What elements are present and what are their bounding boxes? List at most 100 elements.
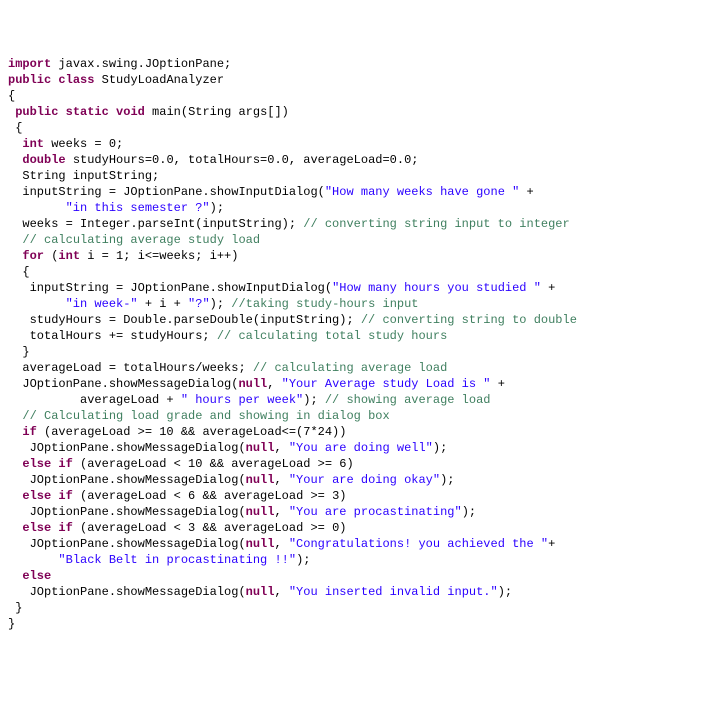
code-line: else if (averageLoad < 10 && averageLoad… xyxy=(8,456,695,472)
code-text xyxy=(8,233,22,247)
code-line: JOptionPane.showMessageDialog(null, "You… xyxy=(8,376,695,392)
code-line: double studyHours=0.0, totalHours=0.0, a… xyxy=(8,152,695,168)
code-text: JOptionPane.showMessageDialog( xyxy=(8,473,246,487)
code-text xyxy=(8,425,22,439)
code-text xyxy=(8,137,22,151)
code-line: JOptionPane.showMessageDialog(null, "You… xyxy=(8,584,695,600)
code-text: (averageLoad < 3 && averageLoad >= 0) xyxy=(73,521,347,535)
code-text: + i + xyxy=(138,297,188,311)
code-line: studyHours = Double.parseDouble(inputStr… xyxy=(8,312,695,328)
comment: // calculating total study hours xyxy=(217,329,447,343)
code-line: averageLoad + " hours per week"); // sho… xyxy=(8,392,695,408)
code-line: "in week-" + i + "?"); //taking study-ho… xyxy=(8,296,695,312)
keyword-null: null xyxy=(246,441,275,455)
code-text xyxy=(8,457,22,471)
code-text: (averageLoad < 10 && averageLoad >= 6) xyxy=(73,457,354,471)
code-text: , xyxy=(274,505,288,519)
code-line: public class StudyLoadAnalyzer xyxy=(8,72,695,88)
code-line: else xyxy=(8,568,695,584)
code-line: import javax.swing.JOptionPane; xyxy=(8,56,695,72)
comment: // converting string input to integer xyxy=(303,217,569,231)
keyword-null: null xyxy=(246,537,275,551)
keyword-if: if xyxy=(58,521,72,535)
code-line: averageLoad = totalHours/weeks; // calcu… xyxy=(8,360,695,376)
code-text: ( xyxy=(44,249,58,263)
string-literal: "?" xyxy=(188,297,210,311)
keyword-int: int xyxy=(58,249,80,263)
code-text: ); xyxy=(462,505,476,519)
code-text: JOptionPane.showMessageDialog( xyxy=(8,441,246,455)
code-text: totalHours += studyHours; xyxy=(8,329,217,343)
keyword-if: if xyxy=(58,457,72,471)
comment: // calculating average study load xyxy=(22,233,260,247)
string-literal: "Your Average study Load is " xyxy=(282,377,491,391)
code-line: public static void main(String args[]) xyxy=(8,104,695,120)
code-text: ); xyxy=(440,473,454,487)
code-text: , xyxy=(274,441,288,455)
code-line: JOptionPane.showMessageDialog(null, "You… xyxy=(8,504,695,520)
code-text: inputString = JOptionPane.showInputDialo… xyxy=(8,281,332,295)
code-line: if (averageLoad >= 10 && averageLoad<=(7… xyxy=(8,424,695,440)
string-literal: "Black Belt in procastinating !!" xyxy=(58,553,296,567)
keyword-null: null xyxy=(238,377,267,391)
code-line: "in this semester ?"); xyxy=(8,200,695,216)
code-text: ); xyxy=(498,585,512,599)
code-line: int weeks = 0; xyxy=(8,136,695,152)
code-text: JOptionPane.showMessageDialog( xyxy=(8,537,246,551)
comment: // calculating average load xyxy=(253,361,447,375)
code-line: // calculating average study load xyxy=(8,232,695,248)
keyword-null: null xyxy=(246,585,275,599)
code-text: studyHours = Double.parseDouble(inputStr… xyxy=(8,313,361,327)
code-text: , xyxy=(274,473,288,487)
code-text: + xyxy=(519,185,533,199)
code-text: (averageLoad >= 10 && averageLoad<=(7*24… xyxy=(37,425,347,439)
code-block: import javax.swing.JOptionPane;public cl… xyxy=(8,56,695,632)
code-line: JOptionPane.showMessageDialog(null, "You… xyxy=(8,472,695,488)
string-literal: "How many hours you studied " xyxy=(332,281,541,295)
code-text: ); xyxy=(210,297,232,311)
code-text: (averageLoad < 6 && averageLoad >= 3) xyxy=(73,489,347,503)
keyword-static: static xyxy=(66,105,109,119)
keyword-class: class xyxy=(58,73,94,87)
code-line: JOptionPane.showMessageDialog(null, "Con… xyxy=(8,536,695,552)
string-literal: "You are procastinating" xyxy=(289,505,462,519)
keyword-else: else xyxy=(22,521,51,535)
code-text: ); xyxy=(433,441,447,455)
keyword-for: for xyxy=(22,249,44,263)
keyword-null: null xyxy=(246,505,275,519)
code-text: weeks = Integer.parseInt(inputString); xyxy=(8,217,303,231)
code-text xyxy=(8,201,66,215)
code-line: else if (averageLoad < 3 && averageLoad … xyxy=(8,520,695,536)
code-text: ); xyxy=(210,201,224,215)
code-line: inputString = JOptionPane.showInputDialo… xyxy=(8,184,695,200)
string-literal: "You inserted invalid input." xyxy=(289,585,498,599)
keyword-else: else xyxy=(22,489,51,503)
code-line: else if (averageLoad < 6 && averageLoad … xyxy=(8,488,695,504)
code-line: inputString = JOptionPane.showInputDialo… xyxy=(8,280,695,296)
code-text xyxy=(8,521,22,535)
code-text xyxy=(8,569,22,583)
keyword-else: else xyxy=(22,569,51,583)
code-line: } xyxy=(8,344,695,360)
code-text: JOptionPane.showMessageDialog( xyxy=(8,505,246,519)
keyword-void: void xyxy=(116,105,145,119)
code-text xyxy=(109,105,116,119)
code-text: , xyxy=(267,377,281,391)
code-text: weeks = 0; xyxy=(44,137,123,151)
code-line: weeks = Integer.parseInt(inputString); /… xyxy=(8,216,695,232)
code-text: studyHours=0.0, totalHours=0.0, averageL… xyxy=(66,153,419,167)
code-text: JOptionPane.showMessageDialog( xyxy=(8,585,246,599)
comment: // converting string to double xyxy=(361,313,577,327)
comment: // Calculating load grade and showing in… xyxy=(22,409,389,423)
code-text xyxy=(8,409,22,423)
code-text: + xyxy=(548,537,555,551)
keyword-null: null xyxy=(246,473,275,487)
code-text: averageLoad + xyxy=(8,393,181,407)
code-text: inputString = JOptionPane.showInputDialo… xyxy=(8,185,325,199)
code-text xyxy=(8,489,22,503)
method-signature: main(String args[]) xyxy=(145,105,289,119)
code-line: for (int i = 1; i<=weeks; i++) xyxy=(8,248,695,264)
code-line: JOptionPane.showMessageDialog(null, "You… xyxy=(8,440,695,456)
keyword-double: double xyxy=(22,153,65,167)
class-name: StudyLoadAnalyzer xyxy=(94,73,224,87)
